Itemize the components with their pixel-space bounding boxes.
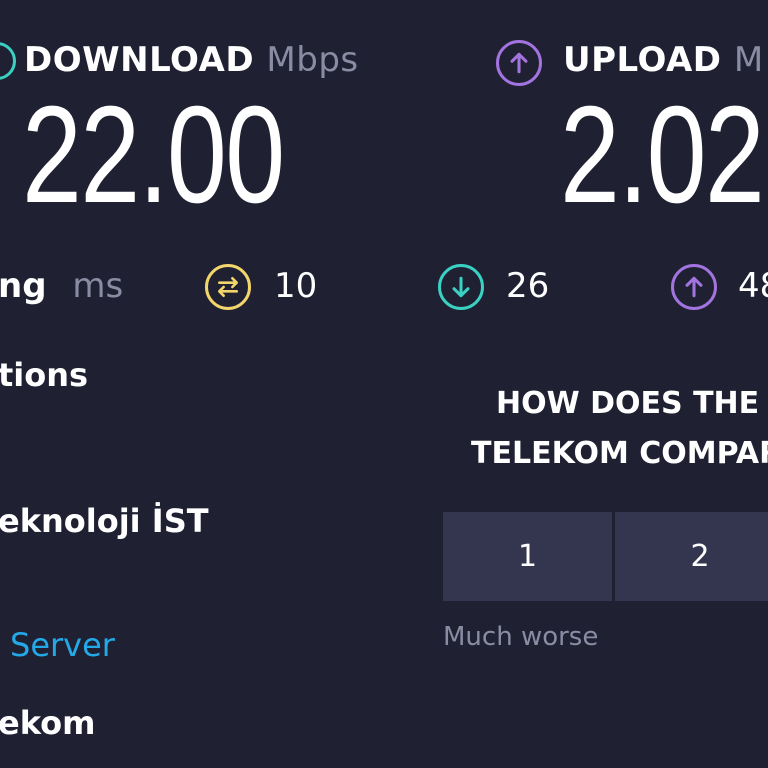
download-label-group: DOWNLOAD Mbps bbox=[24, 40, 359, 80]
rating-low-label: Much worse bbox=[443, 622, 599, 652]
download-label: DOWNLOAD bbox=[24, 40, 255, 80]
provider-name: ekom bbox=[0, 704, 96, 742]
upload-label-group: UPLOAD M bbox=[563, 40, 764, 80]
jitter-value: 10 bbox=[274, 266, 318, 306]
upload-value: 2.02 bbox=[560, 78, 765, 232]
survey-question-line2: TELEKOM COMPAR bbox=[471, 436, 768, 471]
ping-label: ng bbox=[0, 266, 47, 306]
upload-ping-icon bbox=[671, 264, 717, 310]
download-circle-icon bbox=[0, 42, 16, 80]
ping-unit: ms bbox=[72, 266, 124, 306]
download-unit: Mbps bbox=[266, 40, 359, 80]
upload-ping-value: 48 bbox=[738, 266, 768, 306]
rating-button-2-label: 2 bbox=[690, 539, 710, 574]
rating-button-1[interactable]: 1 bbox=[443, 512, 612, 601]
download-ping-value: 26 bbox=[506, 266, 550, 306]
upload-arrow-icon bbox=[496, 40, 542, 86]
rating-button-2[interactable]: 2 bbox=[615, 512, 768, 601]
ping-label-group: ng ms bbox=[0, 266, 123, 306]
download-ping-icon bbox=[438, 264, 484, 310]
jitter-icon bbox=[205, 264, 251, 310]
connections-heading: tions bbox=[0, 356, 89, 394]
upload-unit: M bbox=[733, 40, 764, 80]
survey-question-line1: HOW DOES THE bbox=[496, 386, 760, 421]
download-value: 22.00 bbox=[22, 78, 285, 232]
upload-label: UPLOAD bbox=[563, 40, 722, 80]
change-server-link[interactable]: Server bbox=[10, 626, 115, 664]
server-name[interactable]: eknoloji İST bbox=[0, 502, 209, 540]
rating-button-1-label: 1 bbox=[517, 539, 538, 574]
